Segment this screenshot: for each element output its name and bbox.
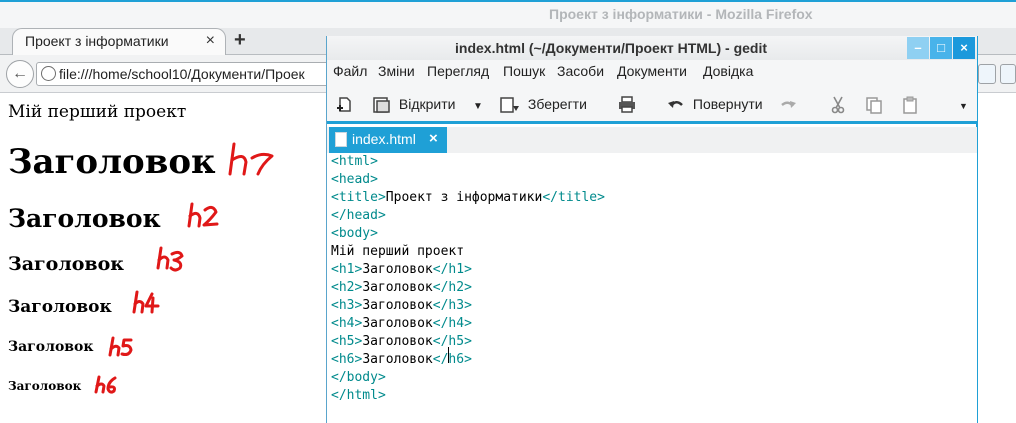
code-line: <html> [331,154,378,169]
url-bar[interactable]: file:///home/school10/Документи/Проек [36,62,356,86]
menu-help[interactable]: Довідка [703,63,753,79]
gedit-menubar: Файл Зміни Перегляд Пошук Засоби Докумен… [327,60,977,84]
close-tab-icon[interactable]: × [429,130,438,147]
gedit-window-title: index.html (~/Документи/Проект HTML) - g… [455,40,768,56]
menu-documents[interactable]: Документи [617,63,687,79]
code-line: <h6>Заголовок</h6> [331,352,472,367]
close-window-button[interactable]: × [953,37,975,59]
document-tab[interactable]: index.html × [329,127,447,153]
minimize-button[interactable]: – [907,37,929,59]
revert-button-label: Повернути [692,96,763,112]
code-line: <h5>Заголовок</h5> [331,334,472,349]
document-icon [335,132,347,147]
print-button[interactable] [617,92,637,116]
redo-button[interactable] [779,92,797,116]
text-caret [448,347,449,363]
firefox-tab-label: Проект з інформатики [25,33,169,49]
new-document-icon [337,97,351,113]
handwritten-annotations [94,142,274,394]
code-line: <h3>Заголовок</h3> [331,298,472,313]
annotation-h5 [108,336,133,357]
firefox-window-title: Проект з інформатики - Mozilla Firefox [549,6,813,22]
gedit-tabbar: index.html × [327,127,977,153]
annotation-h3 [156,246,184,272]
menu-file[interactable]: Файл [333,63,367,79]
maximize-button[interactable]: □ [930,37,952,59]
code-line: <h2>Заголовок</h2> [331,280,472,295]
new-document-button[interactable] [335,92,353,116]
paste-icon [903,96,917,115]
revert-button[interactable]: Повернути [667,92,763,116]
code-line: <body> [331,226,378,241]
code-line: Мій перший проект [331,244,465,259]
text-editor[interactable]: <html> <head> <title>Проект з інформатик… [327,153,977,423]
back-button[interactable]: ← [6,60,34,88]
code-line: <head> [331,172,378,187]
printer-icon [619,96,635,114]
url-text: file:///home/school10/Документи/Проек [59,66,305,82]
open-recent-dropdown[interactable]: ▼ [473,92,483,116]
save-icon [500,97,519,114]
menu-view[interactable]: Перегляд [427,63,489,79]
menu-search[interactable]: Пошук [503,63,545,79]
scissors-icon [831,96,845,114]
new-tab-icon[interactable]: + [234,29,246,52]
annotation-h4 [132,290,160,314]
paste-button[interactable] [901,92,919,116]
redo-icon [781,101,796,109]
gedit-window: index.html (~/Документи/Проект HTML) - g… [326,36,978,423]
open-button[interactable]: Відкрити [371,92,455,116]
toolbar-overflow-button[interactable]: ▼ [959,92,968,116]
globe-icon [41,66,56,81]
gedit-toolbar: Відкрити ▼ Зберегти Повернути ▼ [327,84,977,124]
save-button-label: Зберегти [527,96,587,112]
code-line: </html> [331,388,386,403]
arrow-left-icon: ← [12,65,28,82]
copy-icon [866,97,882,115]
annotation-h1 [228,142,274,176]
document-tab-label: index.html [352,131,416,147]
code-line: <h1>Заголовок</h1> [331,262,472,277]
close-tab-icon[interactable]: × [206,32,215,50]
save-button[interactable]: Зберегти [499,92,587,116]
copy-button[interactable] [865,92,883,116]
page-content: Мій перший проект Заголовок Заголовок За… [0,94,326,423]
code-line: <h4>Заголовок</h4> [331,316,472,331]
annotation-h2 [187,202,219,228]
toolbar-button[interactable] [1000,64,1016,84]
menu-tools[interactable]: Засоби [557,63,604,79]
code-line: </body> [331,370,386,385]
menu-edit[interactable]: Зміни [378,63,415,79]
firefox-titlebar: Проект з інформатики - Mozilla Firefox [0,0,1016,28]
open-button-label: Відкрити [398,96,456,112]
cut-button[interactable] [829,92,847,116]
gedit-titlebar: index.html (~/Документи/Проект HTML) - g… [327,36,977,60]
undo-icon [668,101,683,109]
firefox-tab[interactable]: Проект з інформатики × [12,28,226,55]
toolbar-button[interactable] [978,64,996,84]
dropdown-arrow-icon: ▼ [959,101,968,111]
code-line: </head> [331,208,386,223]
annotation-h6 [94,375,117,394]
dropdown-arrow-icon: ▼ [473,101,483,112]
code-line: <title>Проект з інформатики</title> [331,190,605,205]
open-document-icon [373,97,390,114]
